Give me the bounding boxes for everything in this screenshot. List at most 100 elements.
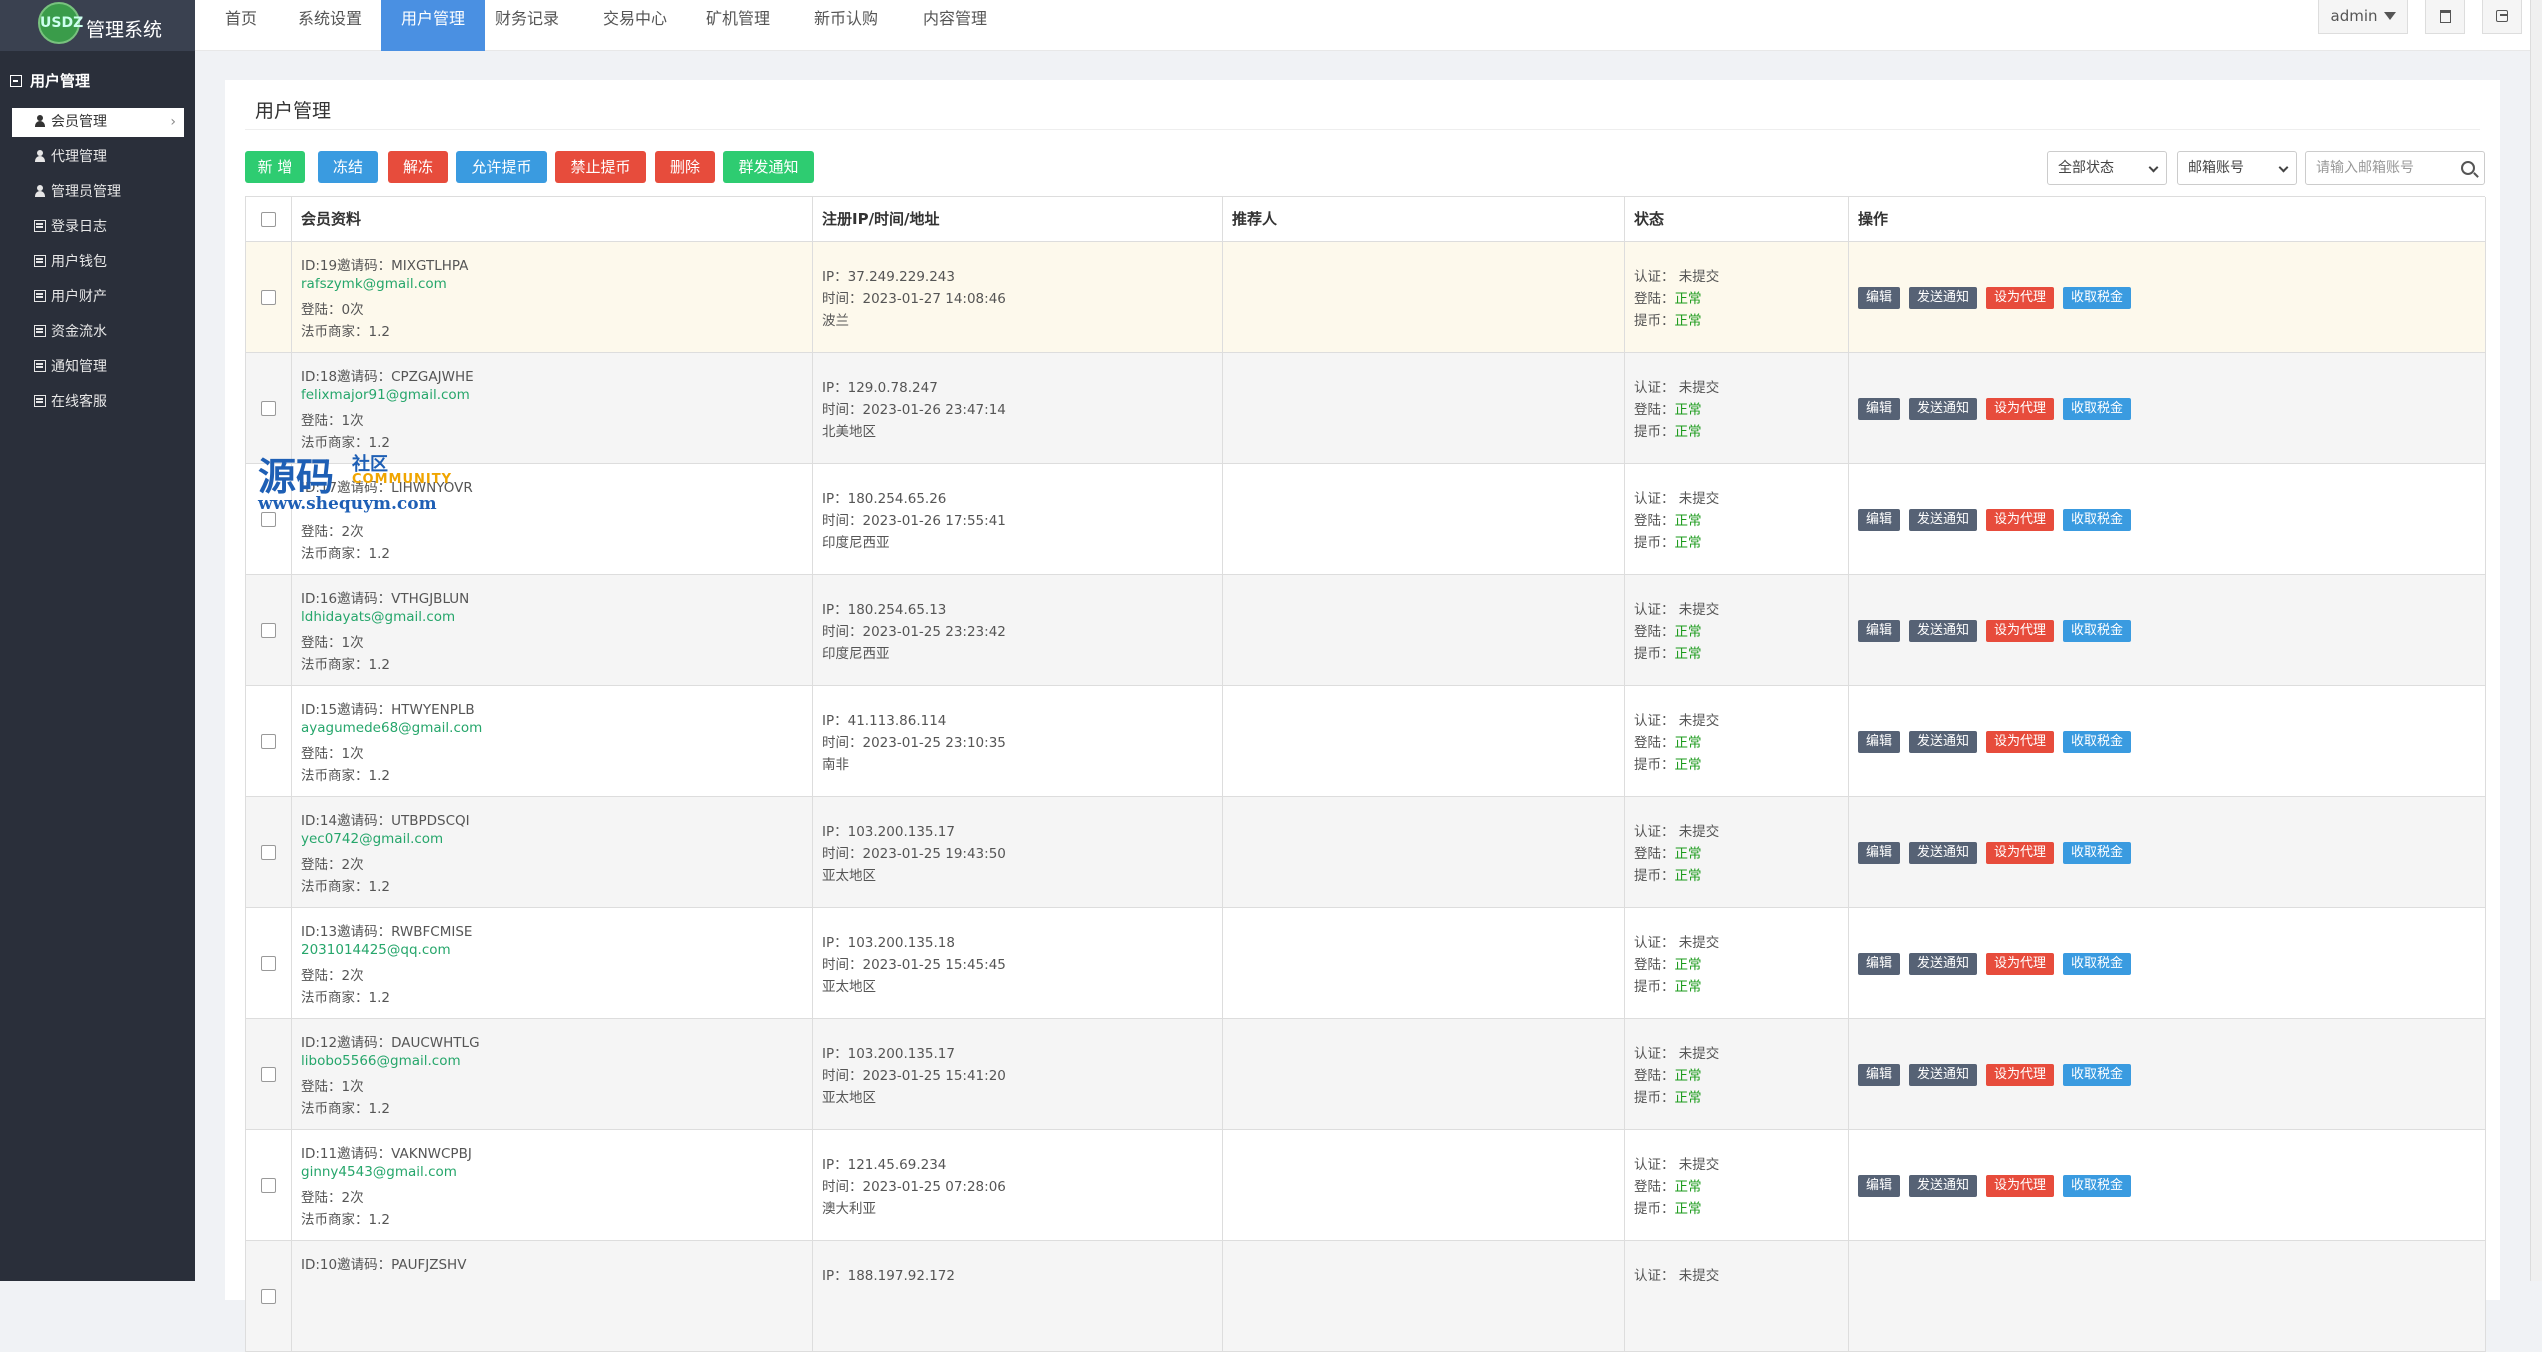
send-notify-button[interactable]: 发送通知 xyxy=(1909,1064,1978,1086)
send-notify-button[interactable]: 发送通知 xyxy=(1909,398,1978,420)
login-status-value: 正常 xyxy=(1674,957,1702,973)
search-icon[interactable] xyxy=(2461,161,2475,175)
collect-tax-button[interactable]: 收取税金 xyxy=(2063,842,2132,864)
edit-button[interactable]: 编辑 xyxy=(1858,953,1901,975)
member-email[interactable]: 2031014425@qq.com xyxy=(301,942,451,958)
withdraw-status-label: 提币： xyxy=(1634,868,1675,884)
unfreeze-button[interactable]: 解冻 xyxy=(388,151,448,183)
row-checkbox[interactable] xyxy=(261,512,276,527)
search-input[interactable]: 请输入邮箱账号 xyxy=(2305,151,2485,185)
row-checkbox[interactable] xyxy=(261,845,276,860)
send-notify-button[interactable]: 发送通知 xyxy=(1909,953,1978,975)
set-agent-button[interactable]: 设为代理 xyxy=(1986,287,2055,309)
logo[interactable]: USDZ 管理系统 xyxy=(0,0,195,51)
nav-tab[interactable]: 内容管理 xyxy=(905,0,1005,51)
nav-tab[interactable]: 交易中心 xyxy=(591,0,679,51)
account-filter-select[interactable]: 邮箱账号 xyxy=(2177,151,2297,185)
row-checkbox[interactable] xyxy=(261,1289,276,1304)
send-notify-button[interactable]: 发送通知 xyxy=(1909,620,1978,642)
member-email[interactable]: libobo5566@gmail.com xyxy=(301,1053,461,1069)
set-agent-button[interactable]: 设为代理 xyxy=(1986,731,2055,753)
edit-button[interactable]: 编辑 xyxy=(1858,842,1901,864)
sidebar-item[interactable]: 登录日志 xyxy=(12,213,184,242)
sidebar-item[interactable]: 代理管理 xyxy=(12,143,184,172)
edit-button[interactable]: 编辑 xyxy=(1858,731,1901,753)
set-agent-button[interactable]: 设为代理 xyxy=(1986,953,2055,975)
nav-tab[interactable]: 用户管理 xyxy=(381,0,485,51)
collect-tax-button[interactable]: 收取税金 xyxy=(2063,509,2132,531)
nav-tab[interactable]: 财务记录 xyxy=(482,0,572,51)
nav-tab[interactable]: 首页 xyxy=(205,0,277,51)
login-status-label: 登陆： xyxy=(1634,1179,1675,1195)
member-email[interactable]: ginny4543@gmail.com xyxy=(301,1164,457,1180)
forbid-withdraw-button[interactable]: 禁止提币 xyxy=(555,151,646,183)
send-notify-button[interactable]: 发送通知 xyxy=(1909,842,1978,864)
sidebar-item[interactable]: 通知管理 xyxy=(12,353,184,382)
edit-button[interactable]: 编辑 xyxy=(1858,509,1901,531)
collect-tax-button[interactable]: 收取税金 xyxy=(2063,1064,2132,1086)
broadcast-notify-button[interactable]: 群发通知 xyxy=(723,151,814,183)
nav-tab[interactable]: 新币认购 xyxy=(801,0,891,51)
set-agent-button[interactable]: 设为代理 xyxy=(1986,1175,2055,1197)
edit-button[interactable]: 编辑 xyxy=(1858,1175,1901,1197)
collect-tax-button[interactable]: 收取税金 xyxy=(2063,953,2132,975)
sidebar-item[interactable]: 用户财产 xyxy=(12,283,184,312)
member-email[interactable]: felixmajor91@gmail.com xyxy=(301,387,470,403)
collect-tax-button[interactable]: 收取税金 xyxy=(2063,1175,2132,1197)
edit-button[interactable]: 编辑 xyxy=(1858,620,1901,642)
register-info-cell: IP：180.254.65.26 时间：2023-01-26 17:55:41 印度… xyxy=(813,464,1223,574)
sidebar-item[interactable]: 用户钱包 xyxy=(12,248,184,277)
delete-button[interactable]: 删除 xyxy=(655,151,715,183)
send-notify-button[interactable]: 发送通知 xyxy=(1909,509,1978,531)
freeze-button[interactable]: 冻结 xyxy=(318,151,378,183)
edit-button[interactable]: 编辑 xyxy=(1858,1064,1901,1086)
send-notify-button[interactable]: 发送通知 xyxy=(1909,287,1978,309)
logout-icon xyxy=(2496,10,2508,22)
set-agent-button[interactable]: 设为代理 xyxy=(1986,509,2055,531)
row-checkbox[interactable] xyxy=(261,1067,276,1082)
nav-tab[interactable]: 矿机管理 xyxy=(689,0,787,51)
user-menu-button[interactable]: admin xyxy=(2318,0,2408,34)
row-checkbox[interactable] xyxy=(261,1178,276,1193)
edit-button[interactable]: 编辑 xyxy=(1858,287,1901,309)
sidebar-item[interactable]: 会员管理 › xyxy=(12,108,184,137)
login-status-label: 登陆： xyxy=(1634,1068,1675,1084)
login-status: 登陆：正常 xyxy=(1634,509,1702,529)
set-agent-button[interactable]: 设为代理 xyxy=(1986,1064,2055,1086)
send-notify-button[interactable]: 发送通知 xyxy=(1909,731,1978,753)
clear-cache-button[interactable] xyxy=(2425,0,2465,34)
collect-tax-button[interactable]: 收取税金 xyxy=(2063,398,2132,420)
logout-button[interactable] xyxy=(2482,0,2522,34)
collect-tax-button[interactable]: 收取税金 xyxy=(2063,287,2132,309)
row-checkbox[interactable] xyxy=(261,734,276,749)
member-email[interactable]: yec0742@gmail.com xyxy=(301,831,443,847)
row-checkbox[interactable] xyxy=(261,956,276,971)
sidebar-section-header[interactable]: 用户管理 xyxy=(10,70,90,91)
member-fiat-merchant: 法币商家：1.2 xyxy=(301,435,390,451)
sidebar-item[interactable]: 在线客服 xyxy=(12,388,184,417)
row-actions: 编辑 发送通知 设为代理 收取税金 xyxy=(1858,397,2140,420)
collect-tax-button[interactable]: 收取税金 xyxy=(2063,620,2132,642)
sidebar-item[interactable]: 管理员管理 xyxy=(12,178,184,207)
edit-button[interactable]: 编辑 xyxy=(1858,398,1901,420)
row-checkbox[interactable] xyxy=(261,401,276,416)
set-agent-button[interactable]: 设为代理 xyxy=(1986,620,2055,642)
set-agent-button[interactable]: 设为代理 xyxy=(1986,398,2055,420)
row-checkbox[interactable] xyxy=(261,290,276,305)
member-email[interactable]: ldhidayats@gmail.com xyxy=(301,609,455,625)
page-scrollbar[interactable] xyxy=(2530,0,2542,1281)
row-checkbox[interactable] xyxy=(261,623,276,638)
member-email[interactable]: ayagumede68@gmail.com xyxy=(301,720,482,736)
allow-withdraw-button[interactable]: 允许提币 xyxy=(456,151,547,183)
collect-tax-button[interactable]: 收取税金 xyxy=(2063,731,2132,753)
send-notify-button[interactable]: 发送通知 xyxy=(1909,1175,1978,1197)
member-email[interactable]: rafszymk@gmail.com xyxy=(301,276,447,292)
sidebar-item[interactable]: 资金流水 xyxy=(12,318,184,347)
status-filter-select[interactable]: 全部状态 xyxy=(2047,151,2167,185)
select-all-checkbox[interactable] xyxy=(261,212,276,227)
add-button[interactable]: 新 增 xyxy=(245,151,305,183)
nav-tab[interactable]: 系统设置 xyxy=(287,0,373,51)
register-ip: IP：121.45.69.234 xyxy=(822,1157,947,1173)
set-agent-button[interactable]: 设为代理 xyxy=(1986,842,2055,864)
register-time: 时间：2023-01-25 07:28:06 xyxy=(822,1179,1006,1195)
